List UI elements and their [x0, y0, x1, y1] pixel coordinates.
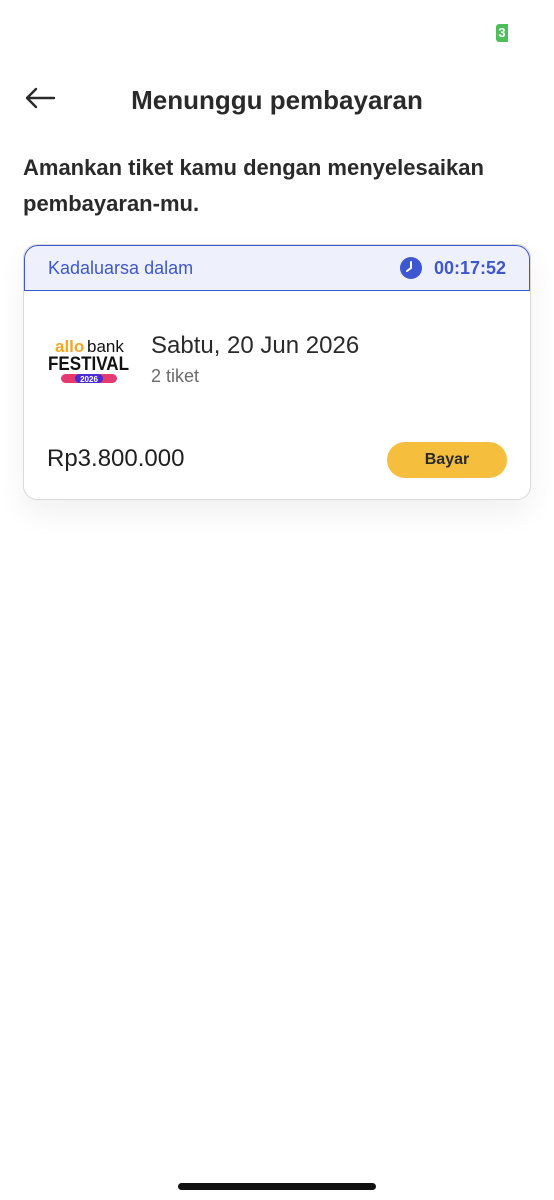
- logo-year: 2026: [80, 375, 98, 384]
- battery-indicator: 3: [496, 24, 508, 42]
- logo-festival: FESTIVAL: [48, 354, 129, 375]
- expiry-bar: Kadaluarsa dalam 00:17:52: [24, 245, 530, 291]
- order-card[interactable]: Kadaluarsa dalam 00:17:52 allo bank FEST…: [23, 244, 531, 500]
- intro-text: Amankan tiket kamu dengan menyelesaikan …: [23, 155, 484, 216]
- event-logo: allo bank FESTIVAL 2026: [48, 337, 129, 384]
- ticket-count: 2 tiket: [151, 366, 200, 386]
- expiry-label: Kadaluarsa dalam: [48, 257, 194, 278]
- home-indicator[interactable]: [178, 1183, 376, 1190]
- event-date: Sabtu, 20 Jun 2026: [151, 332, 360, 359]
- countdown-timer: 00:17:52: [433, 257, 506, 278]
- total-price: Rp3.800.000: [47, 445, 185, 472]
- event-info: allo bank FESTIVAL 2026 Sabtu, 20 Jun 20…: [47, 331, 359, 389]
- expiry-timer: 00:17:52: [399, 257, 506, 279]
- pay-button[interactable]: Bayar: [387, 442, 507, 478]
- clock-icon: [399, 257, 422, 279]
- header: Menunggu pembayaran: [0, 70, 554, 130]
- event-details: Sabtu, 20 Jun 2026 2 tiket: [151, 331, 359, 389]
- page: 3 Menunggu pembayaran Amankan tiket kamu…: [0, 0, 554, 1200]
- status-bar: 3: [0, 0, 554, 56]
- page-title: Menunggu pembayaran: [131, 85, 423, 115]
